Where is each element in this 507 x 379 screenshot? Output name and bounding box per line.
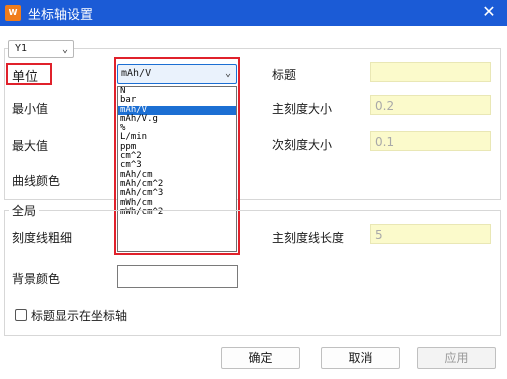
close-icon[interactable]: ✕ [479,2,499,22]
minor-tick-size-label: 次刻度大小 [272,138,333,152]
minor-tick-size-input[interactable]: 0.1 [370,131,491,151]
window-title: 坐标轴设置 [28,8,94,23]
major-tick-length-input[interactable]: 5 [370,224,491,244]
show-title-checkbox[interactable] [15,309,27,321]
major-tick-size-label: 主刻度大小 [272,102,333,116]
min-value-label: 最小值 [12,102,49,116]
show-title-label: 标题显示在坐标轴 [31,309,128,323]
unit-select-value: mAh/V [121,68,152,79]
tick-width-label: 刻度线粗细 [12,231,73,245]
ok-button[interactable]: 确定 [221,347,300,369]
background-color-label: 背景颜色 [12,272,61,286]
wps-icon: W [5,5,21,21]
global-group-legend: 全局 [9,202,40,219]
major-tick-length-label: 主刻度线长度 [272,231,345,245]
unit-option[interactable]: mAh/V.g [118,114,236,124]
apply-button[interactable]: 应用 [417,347,496,369]
unit-label: 单位 [12,70,39,85]
title-label: 标题 [272,68,297,82]
axis-select[interactable]: Y1 ⌄ [8,40,74,58]
unit-select[interactable]: mAh/V ⌄ [117,64,237,84]
background-color-swatch[interactable] [117,265,238,288]
title-input[interactable] [370,62,491,82]
chevron-down-icon: ⌄ [61,44,68,55]
cancel-button[interactable]: 取消 [321,347,400,369]
title-bar: W 坐标轴设置 ✕ [0,0,507,26]
max-value-label: 最大值 [12,139,49,153]
major-tick-size-input[interactable]: 0.2 [370,95,491,115]
axis-select-value: Y1 [15,43,28,54]
chevron-down-icon: ⌄ [224,68,231,79]
curve-color-label: 曲线颜色 [12,174,61,188]
